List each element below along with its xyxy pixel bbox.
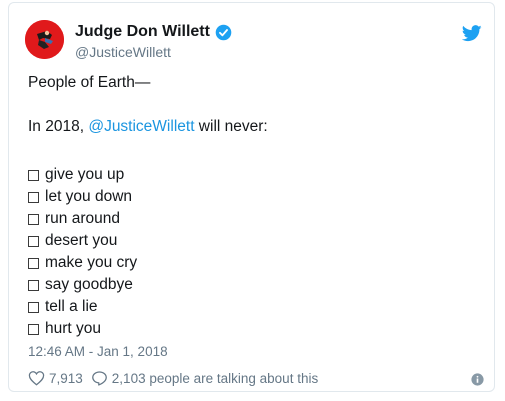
list-item: hurt you bbox=[28, 318, 137, 340]
list-item: let you down bbox=[28, 186, 137, 208]
list-item: give you up bbox=[28, 164, 137, 186]
heart-icon bbox=[28, 371, 45, 386]
list-item-label: say goodbye bbox=[45, 276, 133, 293]
checkbox-icon bbox=[28, 257, 39, 269]
list-item-label: make you cry bbox=[45, 254, 138, 271]
intro-prefix: In 2018, bbox=[28, 118, 89, 135]
conversation-link[interactable]: 2,103 people are talking about this bbox=[91, 370, 318, 386]
like-count: 7,913 bbox=[49, 370, 83, 386]
info-icon[interactable] bbox=[471, 373, 484, 386]
checkbox-icon bbox=[28, 191, 39, 203]
checkbox-icon bbox=[28, 323, 39, 335]
conversation-text: 2,103 people are talking about this bbox=[111, 370, 319, 386]
checkbox-icon bbox=[28, 279, 39, 291]
tweet-actions: 7,913 2,103 people are talking about thi… bbox=[28, 370, 318, 386]
mention-link[interactable]: @JusticeWillett bbox=[88, 118, 194, 135]
author-handle[interactable]: @JusticeWillett bbox=[75, 44, 171, 60]
list-item-label: tell a lie bbox=[45, 298, 98, 315]
tweet-intro: In 2018, @JusticeWillett will never: bbox=[28, 116, 268, 138]
like-button[interactable]: 7,913 bbox=[28, 370, 83, 386]
list-item-label: run around bbox=[45, 210, 120, 227]
list-item-label: give you up bbox=[45, 166, 125, 183]
list-item: tell a lie bbox=[28, 296, 137, 318]
author-name[interactable]: Judge Don Willett bbox=[75, 23, 210, 41]
list-item-label: hurt you bbox=[45, 320, 102, 337]
tweet-timestamp[interactable]: 12:46 AM - Jan 1, 2018 bbox=[28, 344, 168, 359]
list-item: make you cry bbox=[28, 252, 137, 274]
list-item-label: desert you bbox=[45, 232, 118, 249]
avatar[interactable] bbox=[25, 20, 64, 59]
intro-suffix: will never: bbox=[194, 118, 268, 135]
checkbox-icon bbox=[28, 235, 39, 247]
list-item: say goodbye bbox=[28, 274, 137, 296]
speech-bubble-icon bbox=[91, 371, 107, 386]
list-item-label: let you down bbox=[45, 188, 133, 205]
checklist: give you up let you down run around dese… bbox=[28, 164, 137, 340]
tweet-card: Judge Don Willett @JusticeWillett People… bbox=[8, 2, 495, 392]
list-item: run around bbox=[28, 208, 137, 230]
twitter-bird-icon[interactable] bbox=[462, 25, 482, 42]
verified-badge-icon bbox=[215, 24, 232, 40]
list-item: desert you bbox=[28, 230, 137, 252]
tweet-greeting: People of Earth— bbox=[28, 74, 151, 91]
checkbox-icon bbox=[28, 301, 39, 313]
avatar-image bbox=[25, 20, 64, 59]
checkbox-icon bbox=[28, 213, 39, 225]
author-row: Judge Don Willett bbox=[75, 23, 232, 41]
checkbox-icon bbox=[28, 169, 39, 181]
